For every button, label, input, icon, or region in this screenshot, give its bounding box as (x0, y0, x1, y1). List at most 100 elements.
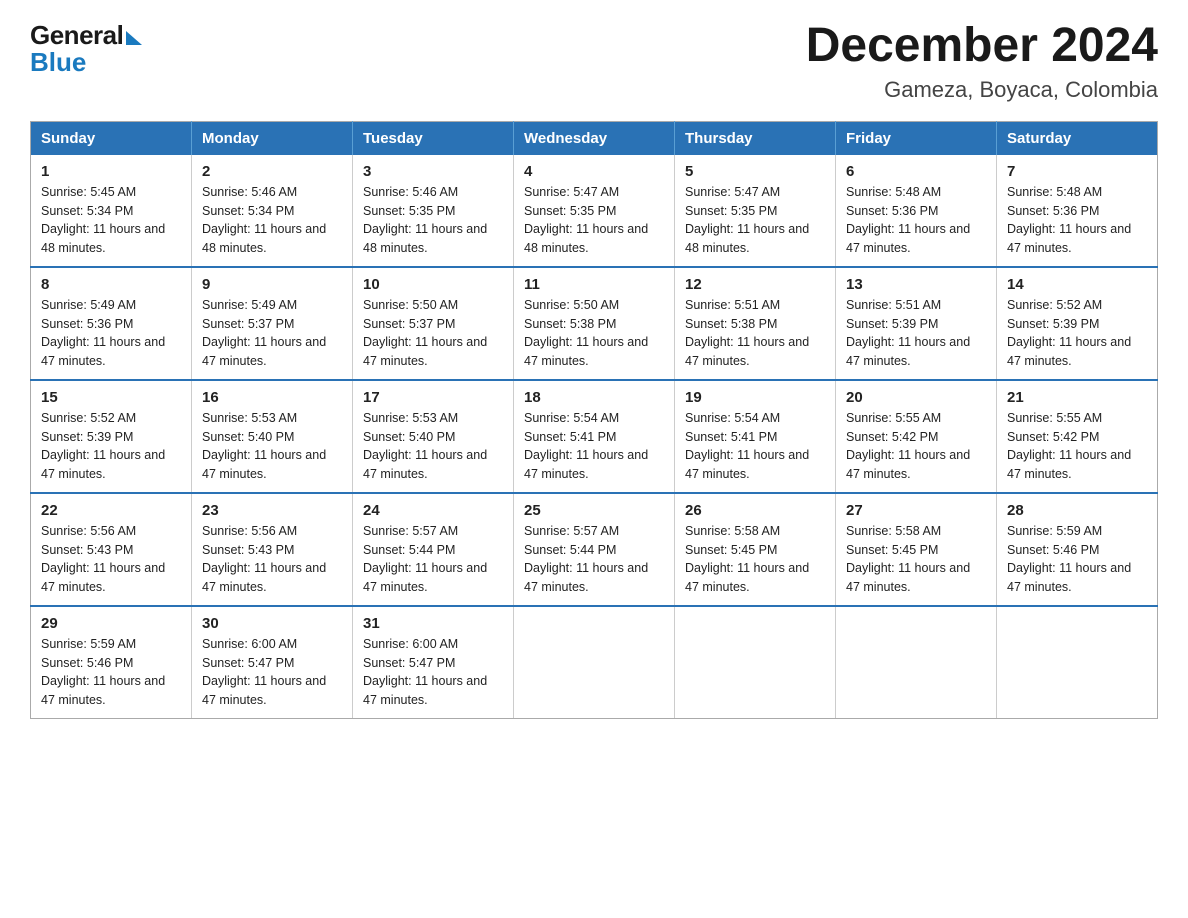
day-info: Sunrise: 5:49 AMSunset: 5:36 PMDaylight:… (41, 296, 181, 371)
calendar-cell: 27Sunrise: 5:58 AMSunset: 5:45 PMDayligh… (836, 493, 997, 606)
weekday-header-row: SundayMondayTuesdayWednesdayThursdayFrid… (31, 121, 1158, 155)
calendar-cell: 31Sunrise: 6:00 AMSunset: 5:47 PMDayligh… (353, 606, 514, 719)
weekday-header-thursday: Thursday (675, 121, 836, 155)
calendar-cell: 23 Sunrise: 5:56 AMSunset: 5:43 PMDayligh… (192, 493, 353, 606)
day-number: 16 (202, 389, 342, 406)
calendar-cell: 1Sunrise: 5:45 AMSunset: 5:34 PMDaylight… (31, 155, 192, 267)
day-info: Sunrise: 5:45 AMSunset: 5:34 PMDaylight:… (41, 183, 181, 258)
logo: General Blue (30, 20, 142, 78)
calendar-cell: 11 Sunrise: 5:50 AMSunset: 5:38 PMDayligh… (514, 267, 675, 380)
calendar-cell: 18 Sunrise: 5:54 AMSunset: 5:41 PMDayligh… (514, 380, 675, 493)
calendar-cell: 20Sunrise: 5:55 AMSunset: 5:42 PMDayligh… (836, 380, 997, 493)
calendar-cell: 13 Sunrise: 5:51 AMSunset: 5:39 PMDayligh… (836, 267, 997, 380)
calendar-cell: 25 Sunrise: 5:57 AMSunset: 5:44 PMDayligh… (514, 493, 675, 606)
day-number: 27 (846, 502, 986, 519)
day-number: 4 (524, 163, 664, 180)
calendar-cell (675, 606, 836, 719)
day-info: Sunrise: 5:56 AMSunset: 5:43 PMDaylight:… (202, 522, 342, 597)
day-info: Sunrise: 5:48 AMSunset: 5:36 PMDaylight:… (1007, 183, 1147, 258)
day-number: 13 (846, 276, 986, 293)
calendar-cell: 7 Sunrise: 5:48 AMSunset: 5:36 PMDaylight… (997, 155, 1158, 267)
day-number: 22 (41, 502, 181, 519)
day-info: Sunrise: 5:47 AMSunset: 5:35 PMDaylight:… (685, 183, 825, 258)
calendar-cell (514, 606, 675, 719)
month-title: December 2024 (806, 20, 1158, 73)
day-info: Sunrise: 6:00 AMSunset: 5:47 PMDaylight:… (202, 635, 342, 710)
calendar-cell: 8 Sunrise: 5:49 AMSunset: 5:36 PMDaylight… (31, 267, 192, 380)
day-number: 25 (524, 502, 664, 519)
day-number: 26 (685, 502, 825, 519)
day-info: Sunrise: 5:57 AMSunset: 5:44 PMDaylight:… (524, 522, 664, 597)
day-number: 31 (363, 615, 503, 632)
day-info: Sunrise: 5:48 AMSunset: 5:36 PMDaylight:… (846, 183, 986, 258)
day-info: Sunrise: 5:56 AMSunset: 5:43 PMDaylight:… (41, 522, 181, 597)
day-info: Sunrise: 5:53 AMSunset: 5:40 PMDaylight:… (202, 409, 342, 484)
day-number: 7 (1007, 163, 1147, 180)
day-info: Sunrise: 5:51 AMSunset: 5:39 PMDaylight:… (846, 296, 986, 371)
calendar-cell: 3 Sunrise: 5:46 AMSunset: 5:35 PMDaylight… (353, 155, 514, 267)
page-header: General Blue December 2024 Gameza, Boyac… (30, 20, 1158, 103)
day-number: 28 (1007, 502, 1147, 519)
location-title: Gameza, Boyaca, Colombia (806, 77, 1158, 103)
calendar-cell (997, 606, 1158, 719)
calendar-cell: 10 Sunrise: 5:50 AMSunset: 5:37 PMDayligh… (353, 267, 514, 380)
day-info: Sunrise: 5:50 AMSunset: 5:37 PMDaylight:… (363, 296, 503, 371)
day-info: Sunrise: 5:55 AMSunset: 5:42 PMDaylight:… (1007, 409, 1147, 484)
day-number: 8 (41, 276, 181, 293)
day-number: 11 (524, 276, 664, 293)
calendar-cell (836, 606, 997, 719)
day-number: 14 (1007, 276, 1147, 293)
weekday-header-saturday: Saturday (997, 121, 1158, 155)
day-number: 3 (363, 163, 503, 180)
calendar-week-row: 1Sunrise: 5:45 AMSunset: 5:34 PMDaylight… (31, 155, 1158, 267)
calendar-cell: 26Sunrise: 5:58 AMSunset: 5:45 PMDayligh… (675, 493, 836, 606)
calendar-cell: 19 Sunrise: 5:54 AMSunset: 5:41 PMDayligh… (675, 380, 836, 493)
day-info: Sunrise: 5:54 AMSunset: 5:41 PMDaylight:… (685, 409, 825, 484)
calendar-cell: 15 Sunrise: 5:52 AMSunset: 5:39 PMDayligh… (31, 380, 192, 493)
calendar-cell: 29Sunrise: 5:59 AMSunset: 5:46 PMDayligh… (31, 606, 192, 719)
day-number: 29 (41, 615, 181, 632)
day-info: Sunrise: 5:54 AMSunset: 5:41 PMDaylight:… (524, 409, 664, 484)
calendar-week-row: 22 Sunrise: 5:56 AMSunset: 5:43 PMDayligh… (31, 493, 1158, 606)
weekday-header-wednesday: Wednesday (514, 121, 675, 155)
day-info: Sunrise: 5:55 AMSunset: 5:42 PMDaylight:… (846, 409, 986, 484)
calendar-cell: 16 Sunrise: 5:53 AMSunset: 5:40 PMDayligh… (192, 380, 353, 493)
day-info: Sunrise: 5:53 AMSunset: 5:40 PMDaylight:… (363, 409, 503, 484)
day-number: 21 (1007, 389, 1147, 406)
calendar-week-row: 8 Sunrise: 5:49 AMSunset: 5:36 PMDaylight… (31, 267, 1158, 380)
calendar-cell: 4 Sunrise: 5:47 AMSunset: 5:35 PMDaylight… (514, 155, 675, 267)
day-info: Sunrise: 5:49 AMSunset: 5:37 PMDaylight:… (202, 296, 342, 371)
weekday-header-monday: Monday (192, 121, 353, 155)
day-number: 24 (363, 502, 503, 519)
day-number: 9 (202, 276, 342, 293)
weekday-header-sunday: Sunday (31, 121, 192, 155)
calendar-cell: 21 Sunrise: 5:55 AMSunset: 5:42 PMDayligh… (997, 380, 1158, 493)
day-info: Sunrise: 5:57 AMSunset: 5:44 PMDaylight:… (363, 522, 503, 597)
logo-blue-text: Blue (30, 47, 86, 78)
calendar-cell: 22 Sunrise: 5:56 AMSunset: 5:43 PMDayligh… (31, 493, 192, 606)
day-number: 19 (685, 389, 825, 406)
calendar-cell: 9 Sunrise: 5:49 AMSunset: 5:37 PMDaylight… (192, 267, 353, 380)
calendar-cell: 2Sunrise: 5:46 AMSunset: 5:34 PMDaylight… (192, 155, 353, 267)
calendar-week-row: 15 Sunrise: 5:52 AMSunset: 5:39 PMDayligh… (31, 380, 1158, 493)
day-info: Sunrise: 5:46 AMSunset: 5:34 PMDaylight:… (202, 183, 342, 258)
logo-arrow-icon (126, 31, 142, 45)
day-info: Sunrise: 5:50 AMSunset: 5:38 PMDaylight:… (524, 296, 664, 371)
day-number: 6 (846, 163, 986, 180)
day-number: 5 (685, 163, 825, 180)
calendar-week-row: 29Sunrise: 5:59 AMSunset: 5:46 PMDayligh… (31, 606, 1158, 719)
day-info: Sunrise: 5:52 AMSunset: 5:39 PMDaylight:… (41, 409, 181, 484)
weekday-header-tuesday: Tuesday (353, 121, 514, 155)
day-info: Sunrise: 5:46 AMSunset: 5:35 PMDaylight:… (363, 183, 503, 258)
day-number: 23 (202, 502, 342, 519)
day-number: 18 (524, 389, 664, 406)
day-info: Sunrise: 5:52 AMSunset: 5:39 PMDaylight:… (1007, 296, 1147, 371)
day-info: Sunrise: 5:47 AMSunset: 5:35 PMDaylight:… (524, 183, 664, 258)
day-number: 15 (41, 389, 181, 406)
day-number: 17 (363, 389, 503, 406)
title-area: December 2024 Gameza, Boyaca, Colombia (806, 20, 1158, 103)
calendar-table: SundayMondayTuesdayWednesdayThursdayFrid… (30, 121, 1158, 719)
day-number: 10 (363, 276, 503, 293)
day-number: 12 (685, 276, 825, 293)
calendar-cell: 14 Sunrise: 5:52 AMSunset: 5:39 PMDayligh… (997, 267, 1158, 380)
